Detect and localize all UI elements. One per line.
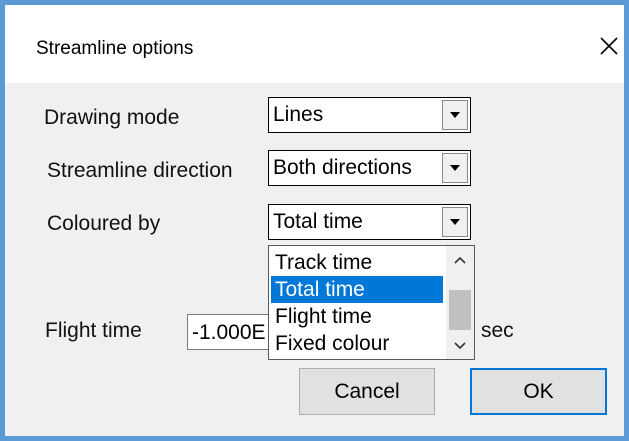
dropdown-option-fixed-colour[interactable]: Fixed colour (271, 330, 443, 357)
chevron-down-icon (450, 165, 460, 171)
ok-button[interactable]: OK (470, 368, 607, 415)
coloured-by-dropdown-list[interactable]: Track time Total time Flight time Fixed … (268, 245, 475, 360)
streamline-direction-label: Streamline direction (47, 159, 233, 182)
coloured-by-label: Coloured by (47, 212, 161, 235)
chevron-up-icon (454, 256, 466, 264)
streamline-direction-select[interactable]: Both directions (268, 150, 471, 186)
coloured-by-dropdown-button[interactable] (442, 207, 468, 237)
drawing-mode-value: Lines (273, 103, 324, 126)
cancel-button[interactable]: Cancel (299, 368, 435, 415)
scroll-down-button[interactable] (446, 335, 474, 357)
drawing-mode-dropdown-button[interactable] (442, 100, 468, 130)
drawing-mode-select[interactable]: Lines (268, 97, 471, 133)
chevron-down-icon (450, 219, 460, 225)
drawing-mode-label: Drawing mode (44, 106, 180, 129)
coloured-by-select[interactable]: Total time (268, 204, 471, 240)
chevron-down-icon (450, 112, 460, 118)
flight-time-input[interactable]: -1.000E (187, 314, 273, 350)
flight-time-value: -1.000E (192, 321, 266, 344)
dialog-title: Streamline options (36, 38, 194, 59)
close-button[interactable] (591, 28, 627, 64)
dropdown-scrollbar[interactable] (446, 246, 474, 359)
chevron-down-icon (454, 342, 466, 350)
scroll-up-button[interactable] (446, 249, 474, 271)
scroll-thumb[interactable] (449, 290, 471, 330)
streamline-direction-value: Both directions (273, 156, 412, 179)
title-bar: Streamline options (5, 5, 624, 83)
dropdown-option-flight-time[interactable]: Flight time (271, 303, 443, 330)
streamline-options-dialog: Streamline options Drawing mode Lines St… (0, 0, 629, 441)
flight-time-unit: sec (481, 319, 514, 342)
dropdown-option-total-time[interactable]: Total time (271, 276, 443, 303)
dropdown-option-track-time[interactable]: Track time (271, 249, 443, 276)
flight-time-label: Flight time (45, 319, 142, 342)
coloured-by-value: Total time (273, 210, 363, 233)
close-icon (600, 37, 618, 55)
streamline-direction-dropdown-button[interactable] (442, 153, 468, 183)
